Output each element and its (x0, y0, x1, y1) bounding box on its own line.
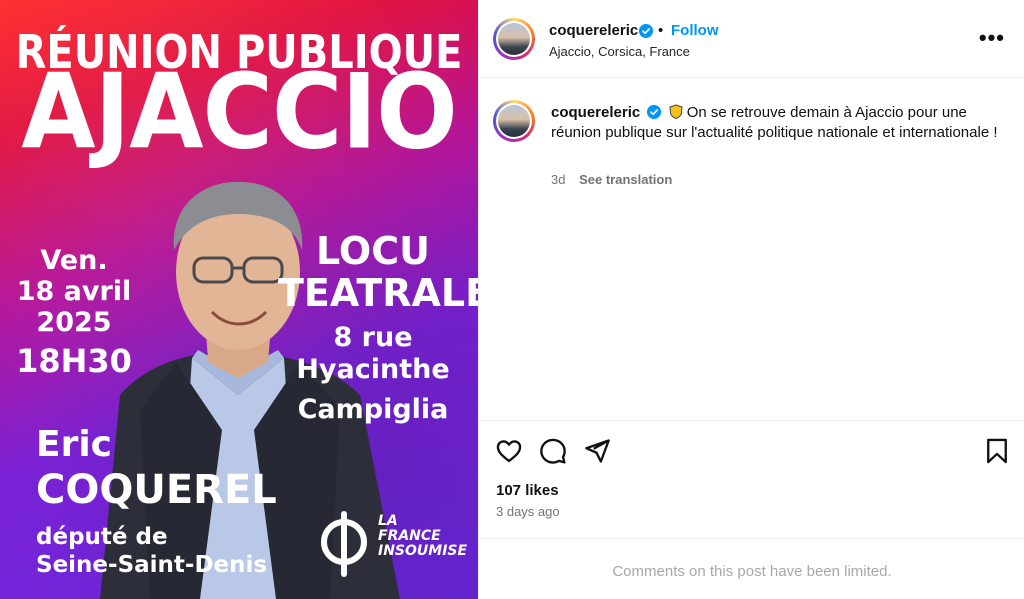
post-header: coquereleric • Follow Ajaccio, Corsica, … (479, 0, 1024, 78)
poster-date-date: 18 avril (16, 276, 132, 307)
posted-ago[interactable]: 3 days ago (496, 504, 560, 519)
poster-person-block: Eric COQUEREL député de Seine-Saint-Deni… (36, 424, 277, 579)
comment-icon[interactable] (539, 437, 567, 465)
post-side-panel: coquereleric • Follow Ajaccio, Corsica, … (478, 0, 1024, 599)
logo-line1: LA (378, 513, 398, 529)
follow-button[interactable]: Follow (671, 22, 719, 39)
share-icon[interactable] (583, 437, 611, 465)
see-translation-link[interactable]: See translation (579, 172, 672, 187)
poster-venue-line2: TEATRALE (278, 271, 478, 315)
caption-avatar-border (496, 103, 532, 139)
verified-badge-icon (639, 24, 653, 38)
caption-meta: 3d See translation (551, 172, 672, 187)
caption-avatar-photo (498, 105, 530, 137)
poster-date-block: Ven. 18 avril 2025 18H30 (14, 245, 134, 377)
avatar-border (496, 21, 532, 57)
post-caption: coquereleric On se retrouve demain à Aja… (551, 103, 1013, 143)
poster-date-time: 18H30 (16, 342, 132, 380)
poster-role-line2: Seine-Saint-Denis (36, 552, 268, 578)
poster-role-line1: député de (36, 524, 168, 550)
avatar-photo (498, 23, 530, 55)
logo-line3: INSOUMISE (378, 543, 468, 559)
avatar[interactable] (493, 18, 535, 60)
instagram-post-view: RÉUNION PUBLIQUE AJACCIO Ven. 18 avril 2… (0, 0, 1024, 599)
action-bar (479, 420, 1024, 478)
bookmark-icon[interactable] (983, 437, 1011, 465)
heart-icon[interactable] (495, 437, 523, 465)
likes-count[interactable]: 107 likes (496, 482, 559, 499)
more-options-icon[interactable]: ••• (979, 27, 1005, 49)
comments-footer: Comments on this post have been limited. (479, 538, 1024, 599)
shield-emoji-icon (669, 104, 683, 119)
logo-line2: FRANCE (378, 528, 441, 544)
header-separator: • (658, 22, 664, 39)
poster-date-day: Ven. (40, 245, 108, 276)
poster-person-last: COQUEREL (36, 467, 277, 513)
lfi-logo-text: LA FRANCE INSOUMISE (378, 514, 468, 559)
comments-limited-notice: Comments on this post have been limited. (612, 563, 892, 580)
header-username[interactable]: coquereleric (549, 22, 638, 39)
caption-username[interactable]: coquereleric (551, 104, 640, 121)
caption-time[interactable]: 3d (551, 172, 565, 187)
poster-venue-line1: LOCU (316, 229, 430, 273)
poster-date-year: 2025 (36, 307, 112, 338)
header-location[interactable]: Ajaccio, Corsica, France (549, 44, 690, 59)
poster-address-line1: 8 rue Hyacinthe (296, 322, 450, 385)
caption-verified-icon (647, 105, 662, 119)
post-image[interactable]: RÉUNION PUBLIQUE AJACCIO Ven. 18 avril 2… (0, 0, 478, 599)
poster-venue-block: LOCU TEATRALE 8 rue Hyacinthe Campiglia (278, 229, 478, 426)
poster-person-first: Eric (36, 424, 113, 465)
poster-address-line2: Campiglia (297, 394, 449, 425)
caption-avatar[interactable] (493, 100, 535, 142)
